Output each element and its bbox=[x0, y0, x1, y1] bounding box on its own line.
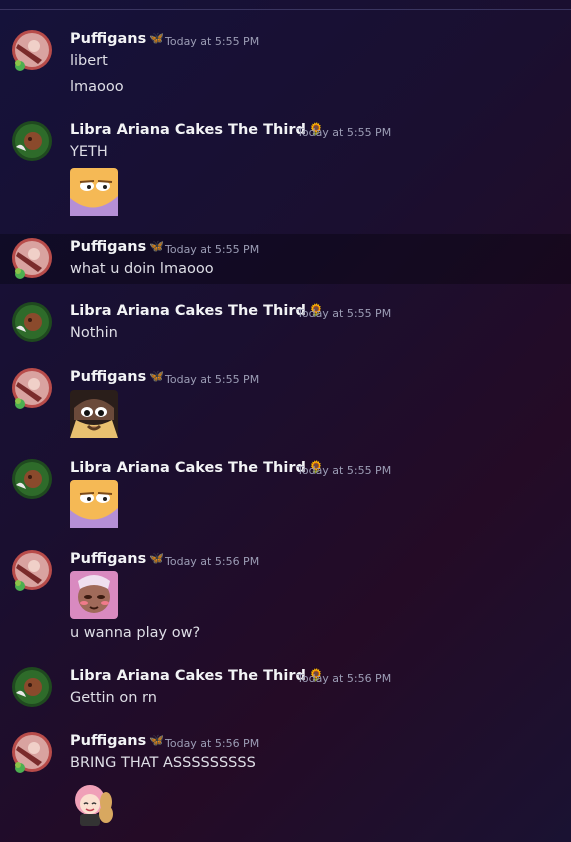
avatar-libra-icon bbox=[12, 667, 52, 707]
avatar[interactable] bbox=[12, 667, 52, 707]
butterfly-icon: 🦋 bbox=[149, 31, 165, 45]
author-name[interactable]: Puffigans 🦋 bbox=[70, 31, 164, 47]
timestamp: Today at 5:55 PM bbox=[297, 464, 392, 477]
avatar-puffigans-icon bbox=[12, 732, 52, 773]
avatar[interactable] bbox=[12, 121, 52, 161]
author-name[interactable]: Puffigans 🦋 bbox=[70, 733, 164, 749]
smug-emoji-icon bbox=[70, 168, 118, 216]
author-name[interactable]: Libra Ariana Cakes The Third 🌻 bbox=[70, 122, 324, 138]
message-group: Puffigans 🦋 Today at 5:56 PM BRING THAT A… bbox=[0, 726, 571, 836]
message-text: lmaooo bbox=[70, 79, 124, 95]
author-name[interactable]: Libra Ariana Cakes The Third 🌻 bbox=[70, 668, 324, 684]
avatar[interactable] bbox=[12, 459, 52, 499]
peeking-emoji-icon bbox=[70, 390, 118, 438]
timestamp: Today at 5:56 PM bbox=[165, 555, 260, 568]
timestamp: Today at 5:55 PM bbox=[165, 35, 260, 48]
avatar[interactable] bbox=[12, 302, 52, 342]
avatar[interactable] bbox=[12, 732, 52, 773]
blushing-emoji-icon bbox=[70, 571, 118, 619]
author-name[interactable]: Puffigans 🦋 bbox=[70, 239, 164, 255]
avatar[interactable] bbox=[12, 238, 52, 279]
timestamp: Today at 5:56 PM bbox=[165, 737, 260, 750]
avatar-puffigans-icon bbox=[12, 238, 52, 279]
smug-emoji-icon bbox=[70, 480, 118, 528]
peanut-girl-emoji-icon bbox=[75, 785, 113, 826]
message-text: Gettin on rn bbox=[70, 690, 157, 706]
avatar-libra-icon bbox=[12, 302, 52, 342]
message-text: YETH bbox=[70, 144, 108, 160]
message-text: BRING THAT ASSSSSSSSS bbox=[70, 755, 256, 771]
timestamp: Today at 5:55 PM bbox=[165, 373, 260, 386]
avatar-puffigans-icon bbox=[12, 368, 52, 409]
timestamp: Today at 5:55 PM bbox=[165, 243, 260, 256]
message-group: Puffigans 🦋 Today at 5:56 PM u wanna play… bbox=[0, 544, 571, 654]
message-group: Puffigans 🦋 Today at 5:55 PM libert lmaoo… bbox=[0, 24, 571, 104]
message-text: libert bbox=[70, 53, 108, 69]
message-group: Puffigans 🦋 Today at 5:55 PM bbox=[0, 362, 571, 442]
message-group: Libra Ariana Cakes The Third 🌻 Today at 5… bbox=[0, 453, 571, 533]
author-name[interactable]: Puffigans 🦋 bbox=[70, 551, 164, 567]
avatar[interactable] bbox=[12, 368, 52, 409]
avatar-libra-icon bbox=[12, 121, 52, 161]
timestamp: Today at 5:55 PM bbox=[297, 307, 392, 320]
avatar-puffigans-icon bbox=[12, 550, 52, 591]
avatar-puffigans-icon bbox=[12, 30, 52, 71]
butterfly-icon: 🦋 bbox=[149, 369, 165, 383]
message-group: Libra Ariana Cakes The Third 🌻 Today at 5… bbox=[0, 115, 571, 225]
avatar-libra-icon bbox=[12, 459, 52, 499]
message-text: what u doin lmaooo bbox=[70, 261, 214, 277]
butterfly-icon: 🦋 bbox=[149, 551, 165, 565]
avatar[interactable] bbox=[12, 550, 52, 591]
message-group: Puffigans 🦋 Today at 5:55 PM what u doin … bbox=[0, 234, 571, 284]
divider bbox=[0, 9, 571, 10]
avatar[interactable] bbox=[12, 30, 52, 71]
message-text: Nothin bbox=[70, 325, 118, 341]
butterfly-icon: 🦋 bbox=[149, 239, 165, 253]
author-name[interactable]: Libra Ariana Cakes The Third 🌻 bbox=[70, 303, 324, 319]
timestamp: Today at 5:55 PM bbox=[297, 126, 392, 139]
message-text: u wanna play ow? bbox=[70, 625, 201, 641]
author-name[interactable]: Libra Ariana Cakes The Third 🌻 bbox=[70, 460, 324, 476]
author-name[interactable]: Puffigans 🦋 bbox=[70, 369, 164, 385]
message-group: Libra Ariana Cakes The Third 🌻 Today at 5… bbox=[0, 661, 571, 711]
butterfly-icon: 🦋 bbox=[149, 733, 165, 747]
timestamp: Today at 5:56 PM bbox=[297, 672, 392, 685]
message-group: Libra Ariana Cakes The Third 🌻 Today at 5… bbox=[0, 296, 571, 346]
